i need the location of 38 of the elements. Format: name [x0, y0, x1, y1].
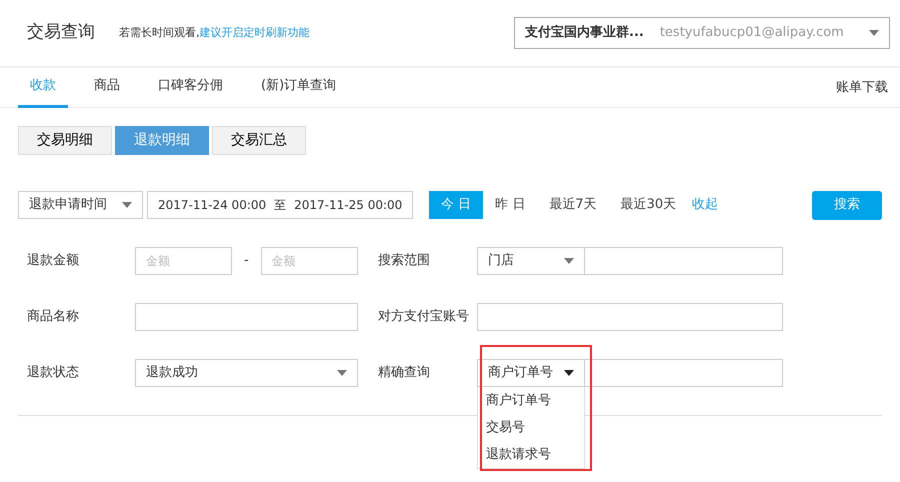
amount-min-field[interactable]: 金额 [135, 247, 232, 275]
caret-icon [564, 370, 574, 376]
type-select[interactable]: 商户订单号 [477, 359, 585, 387]
quick-range-button[interactable]: 最近30天 [608, 191, 688, 219]
caret-icon [564, 258, 574, 264]
field-label: 退款状态 [27, 364, 80, 382]
field-label: 对方支付宝账号 [378, 308, 470, 326]
field-label: 商品名称 [27, 308, 80, 326]
status-select[interactable]: 退款成功 [135, 359, 358, 387]
dropdown-option[interactable]: 退款请求号 [478, 441, 584, 468]
subtab-button[interactable]: 交易明细 [18, 126, 112, 155]
field-label: 退款金额 [27, 252, 80, 270]
caret-icon [337, 370, 347, 376]
text-field[interactable] [477, 303, 783, 331]
range-separator: - [243, 252, 250, 270]
account-select[interactable]: 支付宝国内事业群... testyufabucp01@alipay.com [514, 17, 890, 49]
tab[interactable]: 商品 [82, 68, 132, 108]
query-field[interactable] [585, 247, 783, 275]
caret-icon [122, 202, 132, 208]
refresh-hint: 若需长时间观看,建议开启定时刷新功能 [119, 24, 310, 41]
query-field[interactable] [585, 359, 783, 387]
download-link[interactable]: 账单下载 [836, 78, 888, 98]
date-type-select[interactable]: 退款申请时间 [18, 191, 143, 219]
tab[interactable]: 口碑客分佣 [146, 68, 235, 108]
field-label: 精确查询 [378, 364, 431, 382]
quick-range-button[interactable]: 昨 日 [483, 191, 538, 219]
dropdown-option[interactable]: 交易号 [478, 414, 584, 441]
quick-range-button[interactable]: 最近7天 [537, 191, 609, 219]
dropdown-option[interactable]: 商户订单号 [478, 387, 584, 414]
subtab-button[interactable]: 交易汇总 [212, 126, 306, 155]
caret-icon [869, 30, 879, 36]
text-field[interactable] [135, 303, 358, 331]
amount-max-field[interactable]: 金额 [260, 247, 358, 275]
field-label: 搜索范围 [378, 252, 431, 270]
tab[interactable]: (新)订单查询 [249, 68, 348, 108]
date-range-field[interactable]: 2017-11-24 00:00 至 2017-11-25 00:00 [147, 191, 413, 219]
page-title: 交易查询 [27, 21, 95, 44]
type-select[interactable]: 门店 [477, 247, 585, 275]
